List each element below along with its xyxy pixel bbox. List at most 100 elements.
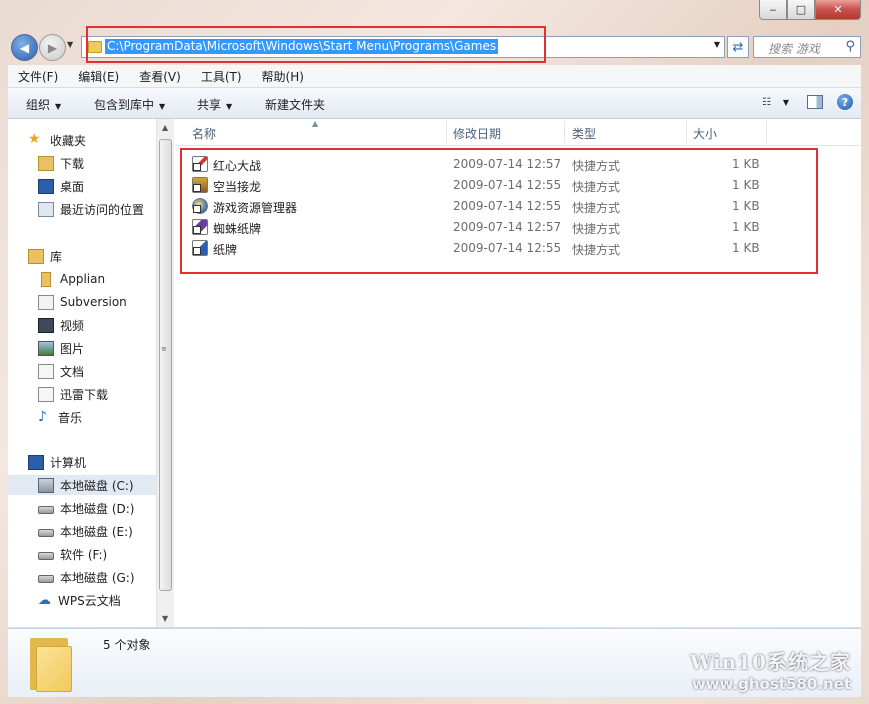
share-label: 共享 <box>197 98 222 112</box>
back-button[interactable]: ◀ <box>11 34 38 61</box>
computer-icon <box>28 454 44 470</box>
watermark-url: www.ghost580.net <box>691 675 851 693</box>
documents-icon <box>38 363 54 379</box>
sidebar-item-label: 视频 <box>60 318 85 333</box>
music-note-icon: ♪ <box>38 409 47 425</box>
details-pane: 5 个对象 Win10系统之家 www.ghost580.net <box>8 628 861 697</box>
annotation-box-files <box>180 148 818 274</box>
pictures-icon <box>38 340 54 356</box>
help-icon[interactable]: ? <box>837 94 853 110</box>
annotation-box-address <box>86 26 546 63</box>
sidebar-item-label: 文档 <box>60 364 85 379</box>
chevron-down-icon: ▼ <box>159 102 166 111</box>
column-header-date[interactable]: 修改日期 <box>453 125 501 142</box>
scroll-down-icon[interactable]: ▼ <box>162 614 168 623</box>
menu-help[interactable]: 帮助(H) <box>252 65 314 87</box>
address-dropdown-icon[interactable]: ▼ <box>714 40 720 49</box>
downloads-folder-icon <box>38 155 54 171</box>
column-divider[interactable] <box>446 121 447 143</box>
recent-pages-dropdown[interactable]: ▼ <box>67 40 73 49</box>
minimize-button[interactable]: ‒ <box>759 0 787 20</box>
sidebar-item-computer[interactable]: 计算机 <box>28 452 156 472</box>
sidebar-item-label: 软件 (F:) <box>60 547 108 562</box>
close-button[interactable]: ✕ <box>815 0 861 20</box>
organize-label: 组织 <box>26 98 51 112</box>
sidebar-item-label: Subversion <box>60 295 127 309</box>
column-divider[interactable] <box>564 121 565 143</box>
sidebar-item-label: 图片 <box>60 341 85 356</box>
menu-file[interactable]: 文件(F) <box>8 65 68 87</box>
cloud-icon: ☁ <box>38 592 51 608</box>
maximize-button[interactable]: □ <box>787 0 815 20</box>
forward-button[interactable]: ▶ <box>39 34 66 61</box>
watermark-title: Win10系统之家 <box>689 650 851 674</box>
column-header-type[interactable]: 类型 <box>572 125 596 142</box>
refresh-icon: ⇄ <box>732 39 744 55</box>
sidebar-item-label: 收藏夹 <box>50 133 87 148</box>
sidebar-item-label: Applian <box>60 272 106 286</box>
sidebar-item-drive-c[interactable]: 本地磁盘 (C:) <box>8 475 156 495</box>
include-in-library-button[interactable]: 包含到库中 ▼ <box>94 96 165 113</box>
desktop-icon <box>38 178 54 194</box>
scrollbar-thumb[interactable] <box>159 139 172 591</box>
sidebar-item-pictures[interactable]: 图片 <box>38 338 156 358</box>
search-input[interactable]: 搜索 游戏 ⚲ <box>753 36 861 58</box>
refresh-button[interactable]: ⇄ <box>727 36 749 58</box>
sidebar-item-label: 本地磁盘 (C:) <box>60 478 134 493</box>
menu-edit[interactable]: 编辑(E) <box>68 65 129 87</box>
sidebar-item-label: WPS云文档 <box>58 593 121 608</box>
sidebar-item-subversion[interactable]: Subversion <box>38 292 156 312</box>
menu-tools[interactable]: 工具(T) <box>191 65 252 87</box>
sidebar-item-drive-g[interactable]: 本地磁盘 (G:) <box>38 567 156 587</box>
large-folder-icon <box>30 634 72 692</box>
share-button[interactable]: 共享 ▼ <box>197 96 232 113</box>
column-header-name[interactable]: 名称 <box>192 125 216 142</box>
sidebar-item-label: 本地磁盘 (E:) <box>60 524 133 539</box>
column-divider[interactable] <box>686 121 687 143</box>
menu-bar: 文件(F) 编辑(E) 查看(V) 工具(T) 帮助(H) <box>8 65 861 88</box>
command-bar: 组织 ▼ 包含到库中 ▼ 共享 ▼ 新建文件夹 ☷ ▼ ? <box>8 88 861 119</box>
sidebar-item-downloads[interactable]: 下载 <box>38 153 156 173</box>
view-dropdown-icon[interactable]: ▼ <box>783 98 789 107</box>
column-header-size[interactable]: 大小 <box>693 125 717 142</box>
preview-pane-icon[interactable] <box>807 95 823 109</box>
sidebar-item-drive-f[interactable]: 软件 (F:) <box>38 544 156 564</box>
chevron-down-icon: ▼ <box>55 102 62 111</box>
sidebar-item-music[interactable]: ♪ 音乐 <box>38 407 156 427</box>
sidebar-item-applian[interactable]: Applian <box>38 269 156 289</box>
search-placeholder: 搜索 游戏 <box>768 42 820 56</box>
back-arrow-icon: ◀ <box>19 40 30 55</box>
organize-button[interactable]: 组织 ▼ <box>26 96 61 113</box>
sidebar-item-libraries[interactable]: 库 <box>28 246 156 266</box>
document-library-icon <box>38 294 54 310</box>
sidebar-item-label: 下载 <box>60 156 85 171</box>
recent-places-icon <box>38 201 54 217</box>
sidebar-item-wps-cloud[interactable]: ☁ WPS云文档 <box>38 590 156 610</box>
sidebar-item-documents[interactable]: 文档 <box>38 361 156 381</box>
chevron-down-icon: ▼ <box>226 102 233 111</box>
applian-folder-icon <box>41 271 51 287</box>
drive-icon <box>38 506 54 514</box>
sidebar-item-videos[interactable]: 视频 <box>38 315 156 335</box>
new-folder-button[interactable]: 新建文件夹 <box>265 96 325 113</box>
scroll-up-icon[interactable]: ▲ <box>162 123 168 132</box>
sidebar-item-label: 库 <box>50 249 63 264</box>
sidebar-item-label: 计算机 <box>50 455 87 470</box>
watermark: Win10系统之家 www.ghost580.net <box>690 646 851 693</box>
sidebar-item-recent-places[interactable]: 最近访问的位置 <box>38 199 156 219</box>
forward-arrow-icon: ▶ <box>47 40 58 55</box>
search-icon[interactable]: ⚲ <box>845 39 855 54</box>
sidebar-item-drive-d[interactable]: 本地磁盘 (D:) <box>38 498 156 518</box>
sidebar-item-thunder-downloads[interactable]: 迅雷下载 <box>38 384 156 404</box>
sort-ascending-icon: ▲ <box>312 119 319 128</box>
sidebar-item-favorites[interactable]: ★ 收藏夹 <box>28 130 156 150</box>
view-options-icon[interactable]: ☷ <box>762 97 771 108</box>
column-divider[interactable] <box>766 121 767 143</box>
sidebar-item-label: 迅雷下载 <box>60 387 109 402</box>
sidebar-item-desktop[interactable]: 桌面 <box>38 176 156 196</box>
sidebar-item-label: 音乐 <box>58 410 83 425</box>
navigation-scrollbar[interactable]: ▲ ≡ ▼ <box>156 119 174 627</box>
sidebar-item-drive-e[interactable]: 本地磁盘 (E:) <box>38 521 156 541</box>
libraries-icon <box>28 248 44 264</box>
menu-view[interactable]: 查看(V) <box>129 65 191 87</box>
